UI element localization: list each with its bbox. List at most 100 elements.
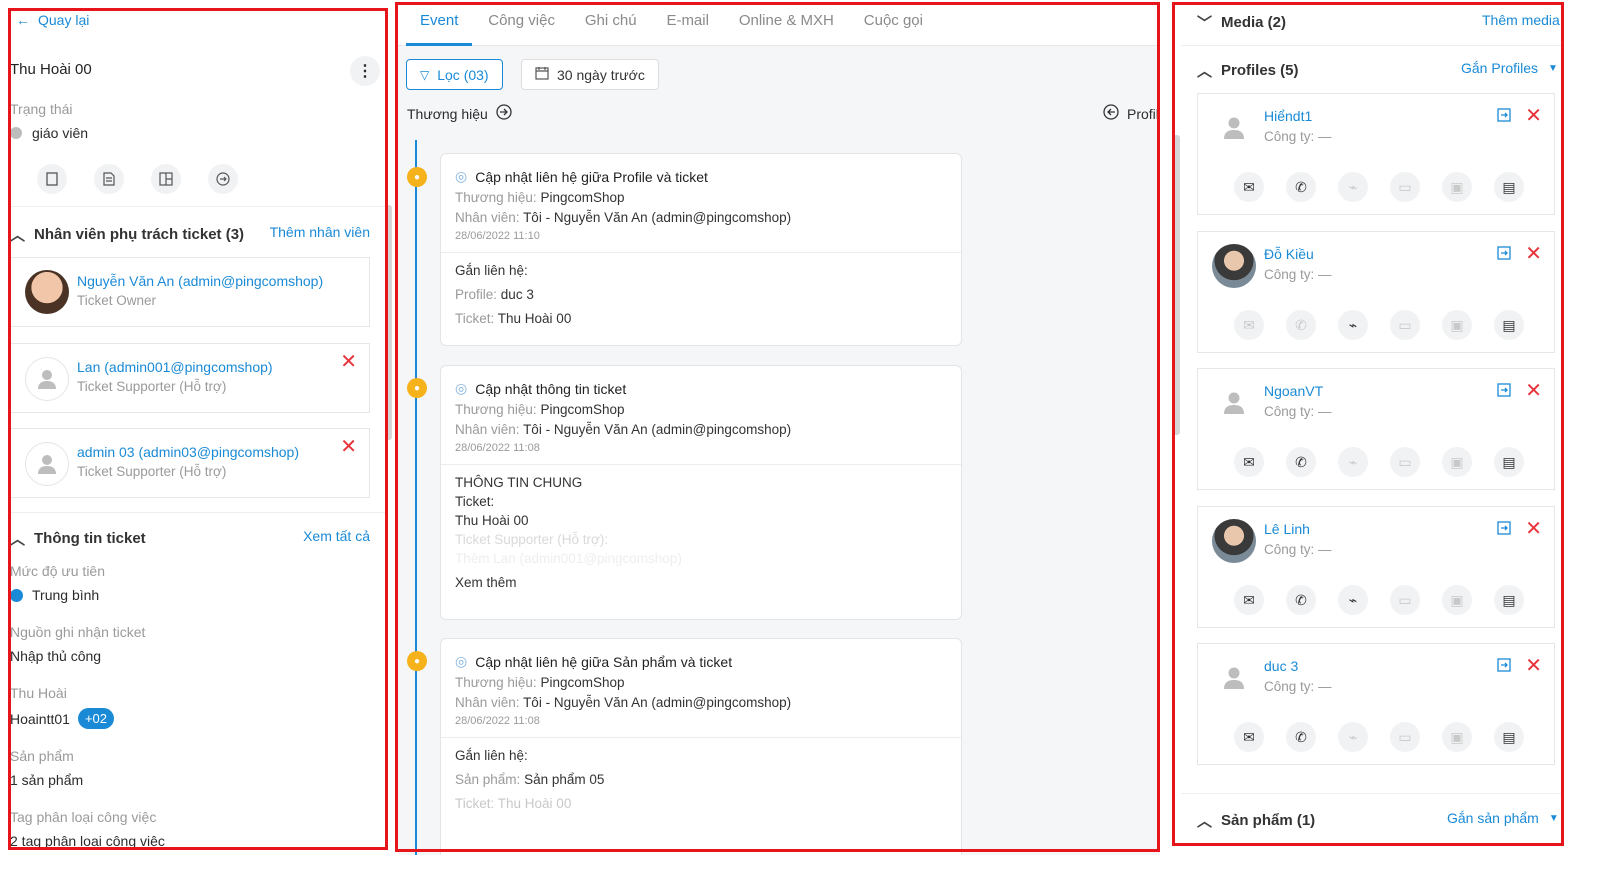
tab-event[interactable]: Event xyxy=(420,12,458,29)
see-more-link[interactable]: Xem thêm xyxy=(455,575,947,590)
status-value[interactable]: giáo viên xyxy=(10,125,88,141)
profiles-section-header[interactable]: ︿ Profiles (5) xyxy=(1197,60,1299,81)
zalo-icon[interactable]: ▭ xyxy=(1390,722,1420,752)
profile-name[interactable]: NgoanVT xyxy=(1264,383,1323,399)
kebab-icon: ⋮ xyxy=(357,63,373,80)
messenger-icon[interactable]: ⌁ xyxy=(1338,585,1368,615)
message-icon[interactable]: ▤ xyxy=(1494,447,1524,477)
attach-product-dropdown[interactable]: Gắn sản phẩm ▼ xyxy=(1447,810,1559,826)
document-icon[interactable] xyxy=(94,164,124,194)
profile-actions: ✕ xyxy=(1497,656,1542,676)
chat-widget-icon[interactable]: ▣ xyxy=(1442,447,1472,477)
email-icon[interactable]: ✉ xyxy=(1234,172,1264,202)
profile-name[interactable]: Lê Linh xyxy=(1264,521,1310,537)
remove-icon[interactable]: ✕ xyxy=(1525,244,1542,264)
zalo-icon[interactable]: ▭ xyxy=(1390,172,1420,202)
email-icon[interactable]: ✉ xyxy=(1234,447,1264,477)
back-link[interactable]: ← Quay lại xyxy=(16,12,89,28)
message-icon[interactable]: ▤ xyxy=(1494,722,1524,752)
messenger-icon[interactable]: ⌁ xyxy=(1338,310,1368,340)
profile-company: Công ty: — xyxy=(1264,129,1332,144)
layout-icon[interactable] xyxy=(151,164,181,194)
event-value: duc 3 xyxy=(500,287,534,302)
remove-icon[interactable]: ✕ xyxy=(340,437,357,457)
profile-card: Đỗ Kiều Công ty: — ✕ ✉ ✆ ⌁ ▭ ▣ ▤ xyxy=(1197,231,1555,353)
profile-company: Công ty: — xyxy=(1264,267,1332,282)
more-badge[interactable]: +02 xyxy=(77,708,114,729)
profile-name[interactable]: Đỗ Kiều xyxy=(1264,246,1314,262)
event-key: Ticket: xyxy=(455,494,495,509)
filter-button[interactable]: ▽ Lọc (03) xyxy=(406,59,503,90)
brand-filter[interactable]: Thương hiệu xyxy=(407,104,512,123)
zalo-icon[interactable]: ▭ xyxy=(1390,310,1420,340)
open-profile-icon[interactable] xyxy=(1497,382,1511,400)
event-date: 28/06/2022 11:10 xyxy=(455,230,540,242)
attach-profiles-dropdown[interactable]: Gắn Profiles ▼ xyxy=(1461,60,1558,76)
messenger-icon[interactable]: ⌁ xyxy=(1338,447,1368,477)
tab-cong-viec[interactable]: Công việc xyxy=(488,12,555,29)
remove-icon[interactable]: ✕ xyxy=(1525,381,1542,401)
date-filter-button[interactable]: 30 ngày trước xyxy=(521,59,659,90)
message-icon[interactable]: ▤ xyxy=(1494,585,1524,615)
remove-icon[interactable]: ✕ xyxy=(1525,106,1542,126)
message-icon[interactable]: ▤ xyxy=(1494,172,1524,202)
tab-cuoc-goi[interactable]: Cuộc gọi xyxy=(864,12,923,29)
phone-icon[interactable]: ✆ xyxy=(1286,172,1316,202)
chat-widget-icon[interactable]: ▣ xyxy=(1442,585,1472,615)
zalo-icon[interactable]: ▭ xyxy=(1390,585,1420,615)
products-section-header[interactable]: ︿ Sản phẩm (1) xyxy=(1197,810,1315,831)
scrollbar-thumb[interactable] xyxy=(1173,135,1180,435)
transfer-icon[interactable] xyxy=(208,164,238,194)
panel-icon[interactable] xyxy=(37,164,67,194)
staff-card: Nguyễn Văn An (admin@pingcomshop) Ticket… xyxy=(10,257,370,327)
field-value: Trung bình xyxy=(32,587,100,603)
email-icon[interactable]: ✉ xyxy=(1234,722,1264,752)
message-icon[interactable]: ▤ xyxy=(1494,310,1524,340)
remove-icon[interactable]: ✕ xyxy=(340,352,357,372)
phone-icon[interactable]: ✆ xyxy=(1286,585,1316,615)
calendar-icon xyxy=(535,66,549,83)
open-profile-icon[interactable] xyxy=(1497,107,1511,125)
remove-icon[interactable]: ✕ xyxy=(1525,656,1542,676)
open-profile-icon[interactable] xyxy=(1497,520,1511,538)
staff-name[interactable]: Nguyễn Văn An (admin@pingcomshop) xyxy=(77,273,323,289)
info-section-header[interactable]: ︿ Thông tin ticket xyxy=(10,528,146,549)
field-label: Tag phân loại công việc xyxy=(10,809,157,825)
messenger-icon[interactable]: ⌁ xyxy=(1338,172,1368,202)
chat-widget-icon[interactable]: ▣ xyxy=(1442,172,1472,202)
event-key: Nhân viên: xyxy=(455,422,520,437)
tab-email[interactable]: E-mail xyxy=(666,12,709,29)
event-card: ◎ Cập nhật liên hệ giữa Sản phẩm và ticke… xyxy=(440,638,962,855)
phone-icon[interactable]: ✆ xyxy=(1286,310,1316,340)
open-profile-icon[interactable] xyxy=(1497,657,1511,675)
profile-filter[interactable]: Profile xyxy=(1103,104,1160,123)
profile-name[interactable]: duc 3 xyxy=(1264,658,1298,674)
messenger-icon[interactable]: ⌁ xyxy=(1338,722,1368,752)
staff-name[interactable]: Lan (admin001@pingcomshop) xyxy=(77,359,273,375)
info-section-title: Thông tin ticket xyxy=(34,530,146,547)
media-section-header[interactable]: ﹀ Media (2) xyxy=(1197,12,1286,33)
chevron-up-icon: ︿ xyxy=(10,227,26,244)
chat-widget-icon[interactable]: ▣ xyxy=(1442,722,1472,752)
chat-widget-icon[interactable]: ▣ xyxy=(1442,310,1472,340)
email-icon[interactable]: ✉ xyxy=(1234,310,1264,340)
scrollbar-thumb[interactable] xyxy=(386,205,392,440)
add-media-link[interactable]: Thêm media xyxy=(1482,12,1560,28)
phone-icon[interactable]: ✆ xyxy=(1286,447,1316,477)
add-staff-link[interactable]: Thêm nhân viên xyxy=(270,224,370,240)
staff-name[interactable]: admin 03 (admin03@pingcomshop) xyxy=(77,444,299,460)
event-key: Thương hiệu: xyxy=(455,675,537,690)
open-profile-icon[interactable] xyxy=(1497,245,1511,263)
more-options-button[interactable]: ⋮ xyxy=(350,56,380,86)
email-icon[interactable]: ✉ xyxy=(1234,585,1264,615)
phone-icon[interactable]: ✆ xyxy=(1286,722,1316,752)
view-all-link[interactable]: Xem tất cả xyxy=(303,528,370,544)
priority-dot xyxy=(10,588,23,602)
tab-online-mxh[interactable]: Online & MXH xyxy=(739,12,834,29)
event-body: Gắn liên hệ: Sản phẩm: Sản phẩm 05 Ticke… xyxy=(441,738,961,821)
zalo-icon[interactable]: ▭ xyxy=(1390,447,1420,477)
field-label: Mức độ ưu tiên xyxy=(10,563,106,579)
tab-ghi-chu[interactable]: Ghi chú xyxy=(585,12,637,29)
profile-name[interactable]: Hiểndt1 xyxy=(1264,108,1312,124)
remove-icon[interactable]: ✕ xyxy=(1525,519,1542,539)
